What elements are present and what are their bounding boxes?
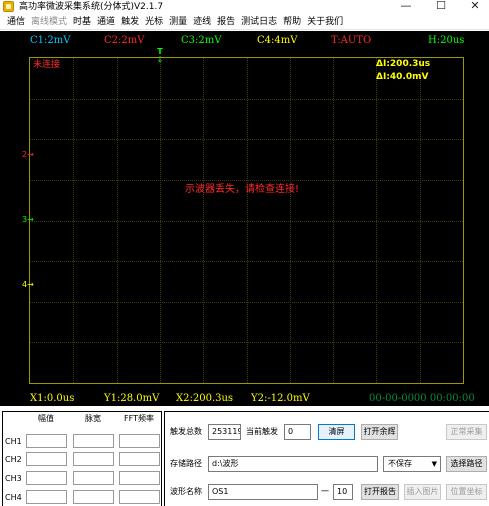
chevron-down-icon: ▼ bbox=[431, 460, 437, 468]
control-panel: 幅值 脉宽 FFT频率 CH1 CH2 CH3 CH4 触发总数 253119 … bbox=[0, 406, 489, 506]
ch4-fft-frequency-field[interactable] bbox=[119, 490, 160, 504]
select-path-button[interactable]: 选择路径 bbox=[446, 456, 487, 472]
normal-acquire-button[interactable]: 正常采集 bbox=[446, 424, 487, 440]
channel-3-offset-marker[interactable]: 3→ bbox=[22, 215, 34, 225]
connection-status: 未连接 bbox=[33, 60, 61, 70]
window-title: 高功率微波采集系统(分体式)V2.1.7 bbox=[19, 2, 164, 12]
trigger-mode: T:AUTO bbox=[331, 35, 372, 46]
acquisition-controls: 触发总数 253119 当前触发 0 清屏 打开余辉 正常采集 存储路径 d:\… bbox=[164, 411, 489, 506]
cursor-y2: Y2:-12.0mV bbox=[251, 393, 310, 404]
cursor-delta-voltage: ΔI:40.0mV bbox=[376, 72, 429, 82]
ch2-pulse-width-field[interactable] bbox=[73, 452, 114, 466]
channel-1-scale: C1:2mV bbox=[30, 35, 71, 46]
save-path-label: 存储路径 bbox=[170, 459, 202, 468]
ch2-amplitude-field[interactable] bbox=[26, 452, 67, 466]
channel-4-scale: C4:4mV bbox=[257, 35, 298, 46]
channel-2-scale: C2:2mV bbox=[104, 35, 145, 46]
trigger-total-label: 触发总数 bbox=[170, 427, 202, 436]
ch4-amplitude-field[interactable] bbox=[26, 490, 67, 504]
menu-help[interactable]: 帮助 bbox=[280, 16, 304, 29]
open-afterglow-button[interactable]: 打开余辉 bbox=[361, 424, 398, 440]
wave-name-label: 波形名称 bbox=[170, 487, 202, 496]
save-path-field[interactable]: d:\波形 bbox=[208, 456, 378, 472]
grid-line-vertical bbox=[290, 58, 291, 383]
measurement-table: 幅值 脉宽 FFT频率 CH1 CH2 CH3 CH4 bbox=[2, 411, 162, 506]
wave-name-separator: 一 bbox=[321, 487, 329, 496]
channel-2-offset-marker[interactable]: 2→ bbox=[22, 150, 34, 160]
waveform-grid[interactable]: 未连接 ΔI:200.3us ΔI:40.0mV 示波器丢失，请检查连接! bbox=[29, 57, 464, 384]
ch1-fft-frequency-field[interactable] bbox=[119, 434, 160, 448]
grid-line-vertical bbox=[160, 58, 161, 383]
current-trigger-label: 当前触发 bbox=[246, 427, 278, 436]
ch3-amplitude-field[interactable] bbox=[26, 471, 67, 485]
insert-image-button[interactable]: 插入图片 bbox=[404, 484, 441, 500]
open-report-button[interactable]: 打开报告 bbox=[361, 484, 399, 500]
trigger-total-field[interactable]: 253119 bbox=[208, 424, 241, 440]
channel-4-offset-marker[interactable]: 4→ bbox=[22, 280, 34, 290]
ch3-pulse-width-field[interactable] bbox=[73, 471, 114, 485]
ch4-label: CH4 bbox=[5, 493, 22, 502]
menu-timebase[interactable]: 时基 bbox=[70, 16, 94, 29]
maximize-button[interactable]: ☐ bbox=[427, 0, 455, 14]
timebase-scale: H:20us bbox=[428, 35, 465, 46]
scope-lost-message: 示波器丢失，请检查连接! bbox=[185, 184, 300, 195]
ch2-fft-frequency-field[interactable] bbox=[119, 452, 160, 466]
save-mode-value: 不保存 bbox=[388, 459, 412, 468]
grid-line-vertical bbox=[203, 58, 204, 383]
ch3-fft-frequency-field[interactable] bbox=[119, 471, 160, 485]
ch1-label: CH1 bbox=[5, 437, 22, 446]
grid-line-vertical bbox=[73, 58, 74, 383]
clear-screen-button[interactable]: 清屏 bbox=[318, 424, 355, 440]
ch2-label: CH2 bbox=[5, 455, 22, 464]
cursor-x1: X1:0.0us bbox=[30, 393, 75, 404]
header-pulse-width: 脉宽 bbox=[85, 414, 101, 423]
menu-cursor[interactable]: 光标 bbox=[142, 16, 166, 29]
oscilloscope-screen[interactable]: C1:2mV C2:2mV C3:2mV C4:4mV T:AUTO H:20u… bbox=[0, 31, 489, 406]
acquisition-timestamp: 00-00-0000 00:00:00 bbox=[369, 393, 475, 404]
menu-channel[interactable]: 通道 bbox=[94, 16, 118, 29]
ch1-pulse-width-field[interactable] bbox=[73, 434, 114, 448]
ch1-amplitude-field[interactable] bbox=[26, 434, 67, 448]
menu-report[interactable]: 报告 bbox=[214, 16, 238, 29]
wave-index-field[interactable]: 10 bbox=[333, 484, 353, 500]
grid-line-vertical bbox=[376, 58, 377, 383]
header-fft-frequency: FFT频率 bbox=[124, 414, 154, 423]
menu-offline-mode[interactable]: 离线模式 bbox=[28, 16, 70, 29]
minimize-button[interactable]: — bbox=[392, 0, 420, 14]
menu-trace[interactable]: 迹线 bbox=[190, 16, 214, 29]
menu-bar: 通信 离线模式 时基 通道 触发 光标 测量 迹线 报告 测试日志 帮助 关于我… bbox=[0, 15, 489, 30]
menu-trigger[interactable]: 触发 bbox=[118, 16, 142, 29]
close-button[interactable]: ✕ bbox=[461, 0, 489, 14]
save-mode-dropdown[interactable]: 不保存 ▼ bbox=[383, 456, 441, 472]
grid-line-vertical bbox=[117, 58, 118, 383]
menu-test-log[interactable]: 测试日志 bbox=[238, 16, 280, 29]
ch3-label: CH3 bbox=[5, 474, 22, 483]
title-bar: 高功率微波采集系统(分体式)V2.1.7 — ☐ ✕ bbox=[0, 0, 489, 14]
cursor-x2: X2:200.3us bbox=[176, 393, 234, 404]
channel-3-scale: C3:2mV bbox=[181, 35, 222, 46]
cursor-delta-time: ΔI:200.3us bbox=[376, 59, 431, 69]
cursor-y1: Y1:28.0mV bbox=[104, 393, 160, 404]
grid-line-vertical bbox=[333, 58, 334, 383]
menu-about[interactable]: 关于我们 bbox=[304, 16, 346, 29]
menu-communication[interactable]: 通信 bbox=[4, 16, 28, 29]
header-amplitude: 幅值 bbox=[38, 414, 54, 423]
current-trigger-field[interactable]: 0 bbox=[284, 424, 311, 440]
grid-line-vertical bbox=[247, 58, 248, 383]
app-icon bbox=[3, 1, 14, 12]
ch4-pulse-width-field[interactable] bbox=[73, 490, 114, 504]
position-screen-button[interactable]: 位置坐标 bbox=[446, 484, 487, 500]
wave-name-field[interactable]: OS1 bbox=[208, 484, 318, 500]
grid-line-vertical bbox=[420, 58, 421, 383]
menu-measure[interactable]: 测量 bbox=[166, 16, 190, 29]
